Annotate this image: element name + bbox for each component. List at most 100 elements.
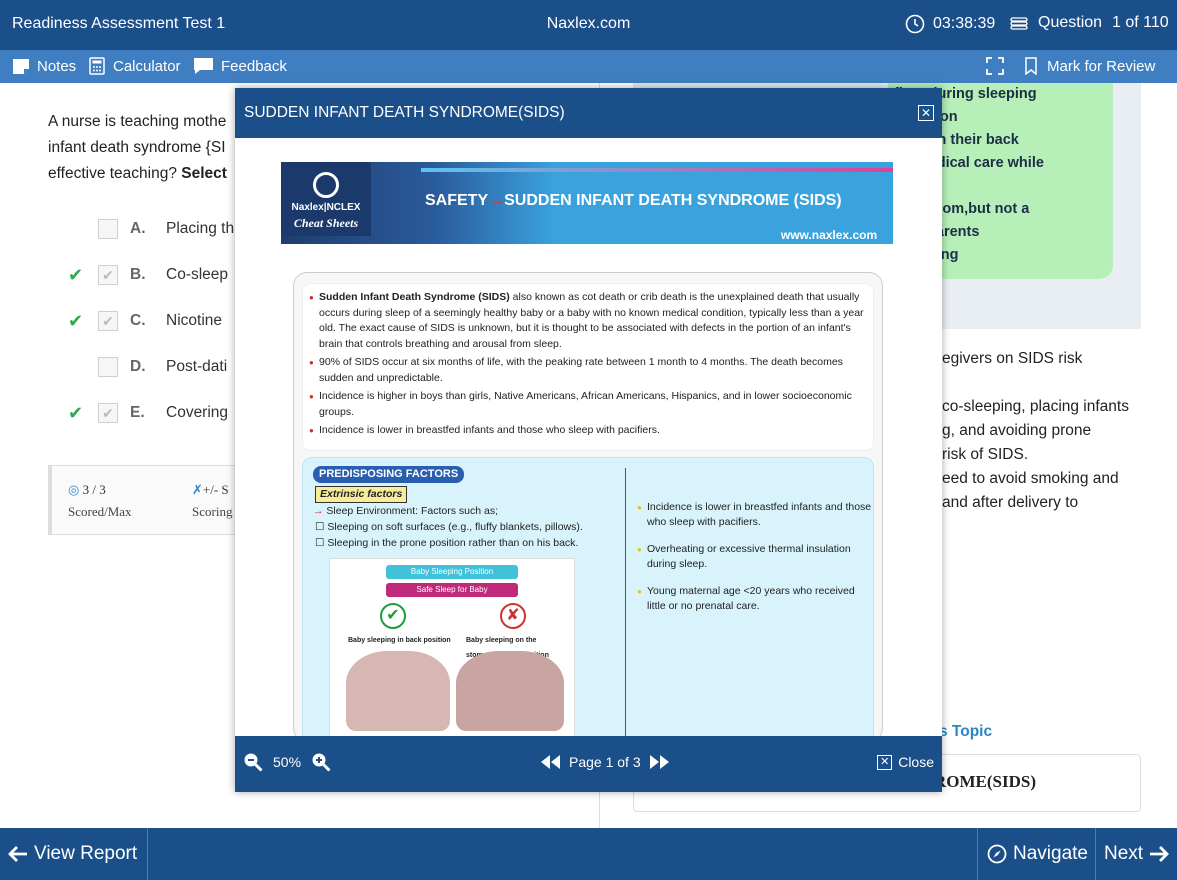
target-icon: ◎ <box>68 482 80 497</box>
view-report-label: View Report <box>34 843 138 864</box>
zoom-out-icon[interactable] <box>243 752 263 772</box>
question-count: 1 of 110 <box>1112 14 1169 31</box>
topic-modal: SUDDEN INFANT DEATH SYNDROME(SIDS) ✕ Nax… <box>235 88 942 792</box>
topic-title: ROME(SIDS) <box>934 772 1037 791</box>
sleep-position-image: Baby Sleeping Position Safe Sleep for Ba… <box>329 558 575 736</box>
banner-safety: SAFETY <box>425 192 489 209</box>
modal-close-button[interactable]: ✕ Close <box>877 754 934 770</box>
option-text: Covering <box>166 404 229 421</box>
navigate-button[interactable]: Navigate <box>977 828 1096 880</box>
zoom-controls: 50% <box>243 752 331 772</box>
cheat-sheet-page: Sudden Infant Death Syndrome (SIDS) also… <box>293 272 883 736</box>
arrow-icon: → <box>313 505 324 517</box>
option-letter: E. <box>130 404 145 421</box>
option-b[interactable]: ✔ ✔ B. Co-sleep <box>68 260 228 290</box>
topic-link[interactable]: s Topic <box>939 723 992 741</box>
calculator-icon <box>89 57 105 75</box>
scoring-value: +/- S <box>202 482 229 497</box>
compass-icon <box>987 844 1007 864</box>
scored-label: Scored/Max <box>68 504 132 519</box>
option-checkbox[interactable] <box>98 357 118 377</box>
notes-button[interactable]: Notes <box>12 57 76 75</box>
modal-footer: 50% Page 1 of 3 ✕ Close <box>235 736 942 792</box>
option-c[interactable]: ✔ ✔ C. Nicotine <box>68 306 222 336</box>
option-text: Co-sleep <box>166 266 229 283</box>
view-report-button[interactable]: View Report <box>0 828 148 880</box>
definition-bullet: 90% of SIDS occur at six months of life,… <box>309 355 865 386</box>
top-bar: Readiness Assessment Test 1 Naxlex.com 0… <box>0 0 1177 50</box>
risk-bullet: Young maternal age <20 years who receive… <box>637 584 873 614</box>
arrow-right-icon <box>1150 846 1170 862</box>
page-indicator: Page 1 of 3 <box>569 754 641 770</box>
baby-photo <box>456 651 564 731</box>
option-d[interactable]: D. Post-dati <box>68 352 227 382</box>
env-bullet-text: Sleeping on soft surfaces (e.g., fluffy … <box>327 521 583 533</box>
option-checkbox[interactable]: ✔ <box>98 265 118 285</box>
notes-label: Notes <box>37 57 77 75</box>
option-text: Post-dati <box>166 358 228 375</box>
env-bullet: ☐ Sleeping on soft surfaces (e.g., fluff… <box>315 521 583 533</box>
next-button[interactable]: Next <box>1096 828 1177 880</box>
zoom-in-icon[interactable] <box>311 752 331 772</box>
option-e[interactable]: ✔ ✔ E. Covering <box>68 398 228 428</box>
feedback-button[interactable]: Feedback <box>193 57 287 75</box>
option-checkbox[interactable] <box>98 219 118 239</box>
check-icon: ✔ <box>380 603 406 629</box>
predisposing-section: PREDISPOSING FACTORS Extrinsic factors →… <box>302 457 874 736</box>
env-text: Sleep Environment: Factors such as; <box>326 505 499 517</box>
option-letter: D. <box>130 358 146 375</box>
fullscreen-button[interactable] <box>986 57 1004 75</box>
correct-check-icon: ✔ <box>68 264 84 285</box>
question-select-label: Select <box>181 165 227 182</box>
naxlex-logo: Naxlex|NCLEX Cheat Sheets <box>281 162 371 236</box>
bottom-bar: View Report Navigate Next <box>0 828 1177 880</box>
rationale-text: eed to avoid smoking and <box>942 470 1119 487</box>
tool-bar: Notes Calculator Feedback Mark for Revie… <box>0 50 1177 83</box>
option-letter: A. <box>130 220 146 237</box>
feedback-icon <box>194 58 213 74</box>
zoom-level: 50% <box>273 754 302 770</box>
rationale-text: risk of SIDS. <box>942 446 1029 463</box>
definition-lead: Sudden Infant Death Syndrome (SIDS) <box>319 291 510 303</box>
banner-url: www.naxlex.com <box>769 226 889 244</box>
env-bullet: ☐ Sleeping in the prone position rather … <box>315 537 579 549</box>
calculator-button[interactable]: Calculator <box>88 57 181 75</box>
pager: Page 1 of 3 <box>539 754 671 770</box>
close-icon[interactable]: ✕ <box>918 105 934 121</box>
close-label: Close <box>898 754 934 770</box>
fullscreen-icon <box>986 57 1004 75</box>
navigate-label: Navigate <box>1013 843 1088 864</box>
option-checkbox[interactable]: ✔ <box>98 403 118 423</box>
risk-bullet: Overheating or excessive thermal insulat… <box>637 542 873 572</box>
rationale-text: co-sleeping, placing infants <box>942 398 1129 415</box>
option-a[interactable]: A. Placing th <box>68 214 234 244</box>
mark-review-button[interactable]: Mark for Review <box>1022 57 1155 75</box>
question-list-icon <box>1010 17 1028 30</box>
rationale-text: egivers on SIDS risk <box>942 350 1083 367</box>
env-line: → Sleep Environment: Factors such as; <box>313 504 498 519</box>
previous-page-icon[interactable] <box>539 754 561 770</box>
env-bullet-text: Sleeping in the prone position rather th… <box>327 537 579 549</box>
correct-check-icon: ✔ <box>68 310 84 331</box>
notes-icon <box>13 59 29 74</box>
rationale-text: and after delivery to <box>942 494 1079 511</box>
banner-stripe <box>421 168 893 172</box>
logo-sub: Cheat Sheets <box>293 216 359 230</box>
feedback-label: Feedback <box>221 57 287 75</box>
question-line-3-text: effective teaching? <box>48 165 182 182</box>
definition-section: Sudden Infant Death Syndrome (SIDS) also… <box>302 283 874 451</box>
banner-arrow: → <box>488 192 505 209</box>
clock-icon <box>905 14 925 34</box>
extrinsic-label: Extrinsic factors <box>315 486 408 503</box>
option-checkbox[interactable]: ✔ <box>98 311 118 331</box>
next-page-icon[interactable] <box>649 754 671 770</box>
column-divider <box>625 468 626 736</box>
timer-value: 03:38:39 <box>933 15 996 32</box>
bookmark-icon <box>1025 57 1037 75</box>
calculator-label: Calculator <box>113 57 181 75</box>
definition-bullet: Incidence is higher in boys than girls, … <box>309 389 865 420</box>
arrow-left-icon <box>8 846 27 862</box>
scoring-icon: ✗ <box>192 482 203 497</box>
rationale-text: g, and avoiding prone <box>942 422 1092 439</box>
modal-document[interactable]: Naxlex|NCLEX Cheat Sheets SAFETY→SUDDEN … <box>235 138 942 736</box>
